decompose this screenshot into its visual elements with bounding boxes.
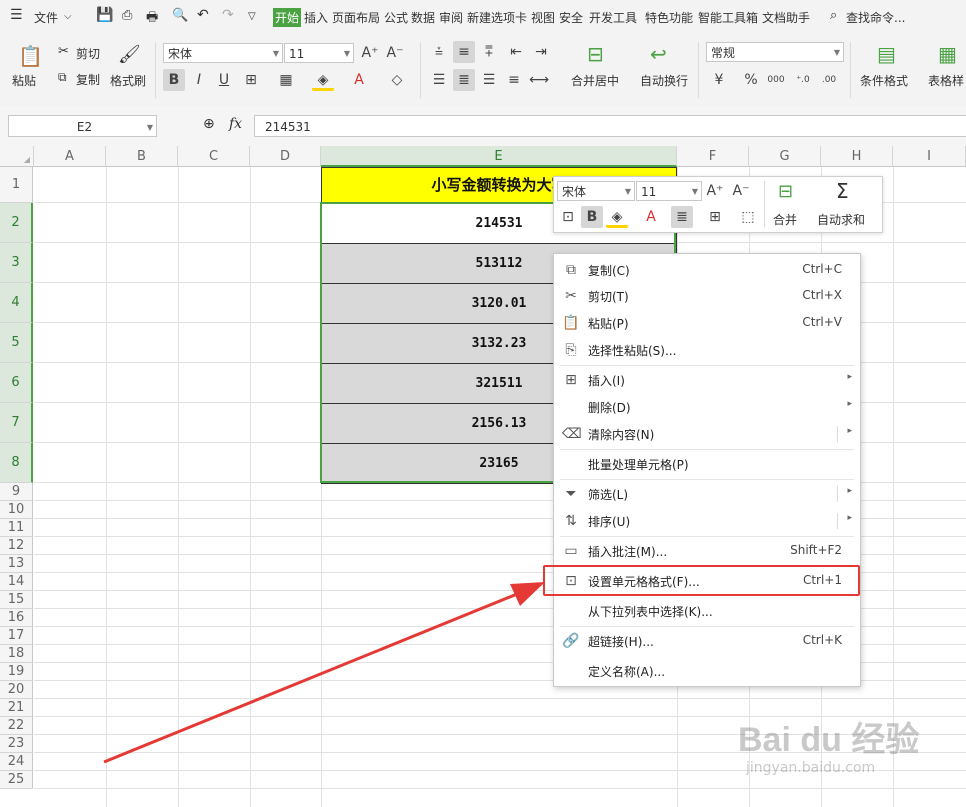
watermark-logo: Bai du 经验 [738, 721, 920, 759]
watermark: Bai du 经验 jingyan.baidu.com [738, 712, 958, 792]
arrow-shaft [103, 590, 523, 764]
watermark-url: jingyan.baidu.com [746, 760, 876, 776]
annotation-arrow [103, 582, 545, 764]
arrow-head [510, 582, 545, 606]
